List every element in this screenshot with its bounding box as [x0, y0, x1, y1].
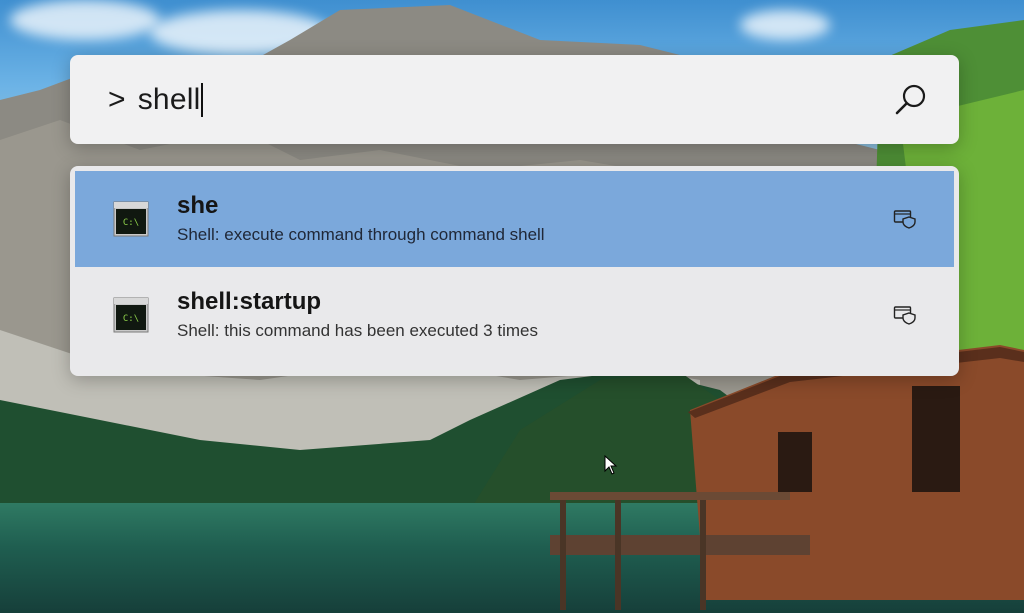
- search-query: shell: [137, 82, 201, 116]
- text-caret: [201, 82, 204, 117]
- result-title: shell:startup: [177, 288, 322, 315]
- run-as-admin-icon[interactable]: [893, 305, 917, 325]
- search-input[interactable]: > shell: [108, 82, 893, 117]
- results-list: C:\ she Shell: execute command through c…: [70, 166, 959, 376]
- result-item[interactable]: C:\ shell:startup Shell: this command ha…: [75, 267, 954, 363]
- svg-text:C:\: C:\: [123, 218, 139, 228]
- result-item[interactable]: C:\ she Shell: execute command through c…: [75, 171, 954, 267]
- result-subtitle: Shell: this command has been executed 3 …: [177, 321, 538, 340]
- result-subtitle: Shell: execute command through command s…: [177, 225, 545, 244]
- search-icon[interactable]: [893, 82, 929, 118]
- result-text: shell:startup Shell: this command has be…: [177, 287, 538, 343]
- run-as-admin-icon[interactable]: [893, 209, 917, 229]
- result-title: she: [177, 192, 219, 219]
- search-bar[interactable]: > shell: [70, 55, 959, 144]
- terminal-icon: C:\: [113, 201, 149, 237]
- command-prompt-symbol: >: [108, 82, 126, 116]
- result-text: she Shell: execute command through comma…: [177, 191, 545, 247]
- terminal-icon: C:\: [113, 297, 149, 333]
- svg-text:C:\: C:\: [123, 314, 139, 324]
- mouse-cursor-icon: [604, 455, 618, 475]
